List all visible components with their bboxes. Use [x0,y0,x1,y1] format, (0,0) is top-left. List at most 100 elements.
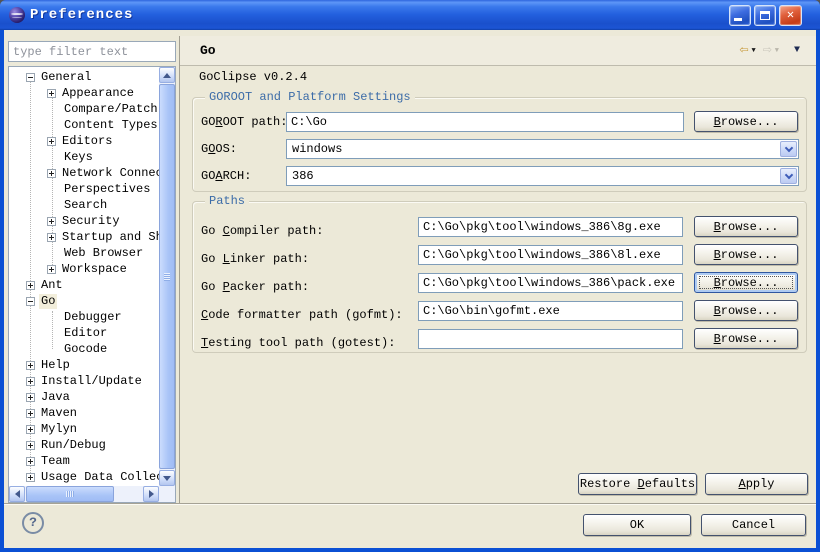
group-goroot-platform-settings: GOROOT and Platform Settings GOROOT path… [192,97,807,192]
horizontal-scroll-thumb[interactable] [26,486,114,502]
testing-tool-browse-button[interactable]: Browse... [694,328,798,349]
go-packer-path-input[interactable] [418,273,683,293]
forward-icon: ⇨ [763,43,772,58]
scroll-down-button[interactable] [159,470,175,486]
tree-item-editors[interactable]: Editors [9,133,159,149]
tree-item-usage-data-collection[interactable]: Usage Data Collect [9,469,159,485]
forward-history-dropdown-icon: ▼ [775,48,779,55]
tree-item-perspectives[interactable]: Perspectives [9,181,159,197]
expand-icon[interactable] [26,409,35,418]
go-linker-path-input[interactable] [418,245,683,265]
tree-item-startup-and-shutdown[interactable]: Startup and Shu [9,229,159,245]
tree-item-compare-patch[interactable]: Compare/Patch [9,101,159,117]
goroot-path-label: GOROOT path: [201,115,287,129]
ok-button[interactable]: OK [583,514,691,536]
code-formatter-browse-button[interactable]: Browse... [694,300,798,321]
expand-icon[interactable] [26,393,35,402]
back-icon[interactable]: ⇦ [740,43,749,58]
close-button[interactable]: ✕ [779,5,802,26]
goroot-path-input[interactable] [286,112,684,132]
vertical-scroll-thumb[interactable] [159,84,175,469]
goos-label: GOOS: [201,142,237,156]
expand-icon[interactable] [26,361,35,370]
scroll-left-button[interactable] [9,486,25,502]
tree-horizontal-scrollbar[interactable] [9,486,159,502]
testing-tool-path-label: Testing tool path (gotest): [201,336,395,350]
go-linker-browse-button[interactable]: Browse... [694,244,798,265]
tree-item-ant[interactable]: Ant [9,277,159,293]
tree-item-team[interactable]: Team [9,453,159,469]
expand-icon[interactable] [26,281,35,290]
tree-item-appearance[interactable]: Appearance [9,85,159,101]
expand-icon[interactable] [26,425,35,434]
expand-icon[interactable] [47,137,56,146]
expand-icon[interactable] [26,441,35,450]
goarch-combo-arrow-button[interactable] [780,168,797,184]
tree-item-web-browser[interactable]: Web Browser [9,245,159,261]
expand-icon[interactable] [47,233,56,242]
scroll-up-button[interactable] [159,67,175,83]
tree-item-content-types[interactable]: Content Types [9,117,159,133]
tree-item-mylyn[interactable]: Mylyn [9,421,159,437]
tree-item-debugger[interactable]: Debugger [9,309,159,325]
expand-icon[interactable] [47,169,56,178]
expand-icon[interactable] [26,457,35,466]
expand-icon[interactable] [47,89,56,98]
chevron-down-icon [784,170,792,178]
back-history-dropdown-icon[interactable]: ▼ [752,48,756,55]
expand-icon[interactable] [47,265,56,274]
tree-item-editor[interactable]: Editor [9,325,159,341]
goos-combo-arrow-button[interactable] [780,141,797,157]
collapse-icon[interactable] [26,73,35,82]
tree-item-install-update[interactable]: Install/Update [9,373,159,389]
go-compiler-browse-button[interactable]: Browse... [694,216,798,237]
goroot-browse-button[interactable]: Browse... [694,111,798,132]
help-button[interactable]: ? [22,512,44,534]
tree-item-maven[interactable]: Maven [9,405,159,421]
goos-combo-value: windows [292,141,342,157]
tree-viewport: General Appearance Compare/Patch Content… [9,67,159,486]
tree-item-general[interactable]: General [9,69,159,85]
cancel-button[interactable]: Cancel [701,514,806,536]
goarch-label: GOARCH: [201,169,251,183]
tree-item-help[interactable]: Help [9,357,159,373]
tree-item-java[interactable]: Java [9,389,159,405]
tree-item-network-connections[interactable]: Network Connect [9,165,159,181]
tree-item-security[interactable]: Security [9,213,159,229]
goos-combo[interactable]: windows [286,139,799,159]
eclipse-logo-icon [9,7,25,23]
go-packer-browse-button[interactable]: Browse... [694,272,798,293]
help-icon: ? [29,515,37,530]
group-title: GOROOT and Platform Settings [205,90,415,104]
expand-icon[interactable] [47,217,56,226]
filter-input[interactable] [8,41,176,62]
restore-defaults-button[interactable]: Restore Defaults [578,473,697,495]
expand-icon[interactable] [26,377,35,386]
tree-item-keys[interactable]: Keys [9,149,159,165]
panel-divider[interactable] [179,36,180,503]
arrow-down-icon [163,476,171,481]
minimize-button[interactable] [729,5,751,26]
testing-tool-path-input[interactable] [418,329,683,349]
preferences-tree: General Appearance Compare/Patch Content… [8,66,176,503]
maximize-button[interactable] [754,5,776,26]
code-formatter-path-label: Code formatter path (gofmt): [201,308,403,322]
scroll-right-button[interactable] [143,486,159,502]
arrow-up-icon [163,73,171,78]
code-formatter-path-input[interactable] [418,301,683,321]
tree-item-run-debug[interactable]: Run/Debug [9,437,159,453]
expand-icon[interactable] [26,473,35,482]
goarch-combo[interactable]: 386 [286,166,799,186]
tree-item-workspace[interactable]: Workspace [9,261,159,277]
tree-item-search[interactable]: Search [9,197,159,213]
apply-button[interactable]: Apply [705,473,808,495]
titlebar[interactable]: Preferences ✕ [0,0,820,30]
tree-item-go[interactable]: Go [9,293,159,309]
view-menu-icon[interactable]: ▼ [794,45,800,56]
page-title: Go [200,36,216,65]
tree-vertical-scrollbar[interactable] [159,67,175,486]
go-compiler-path-input[interactable] [418,217,683,237]
collapse-icon[interactable] [26,297,35,306]
go-compiler-path-label: Go Compiler path: [201,224,323,238]
tree-item-gocode[interactable]: Gocode [9,341,159,357]
